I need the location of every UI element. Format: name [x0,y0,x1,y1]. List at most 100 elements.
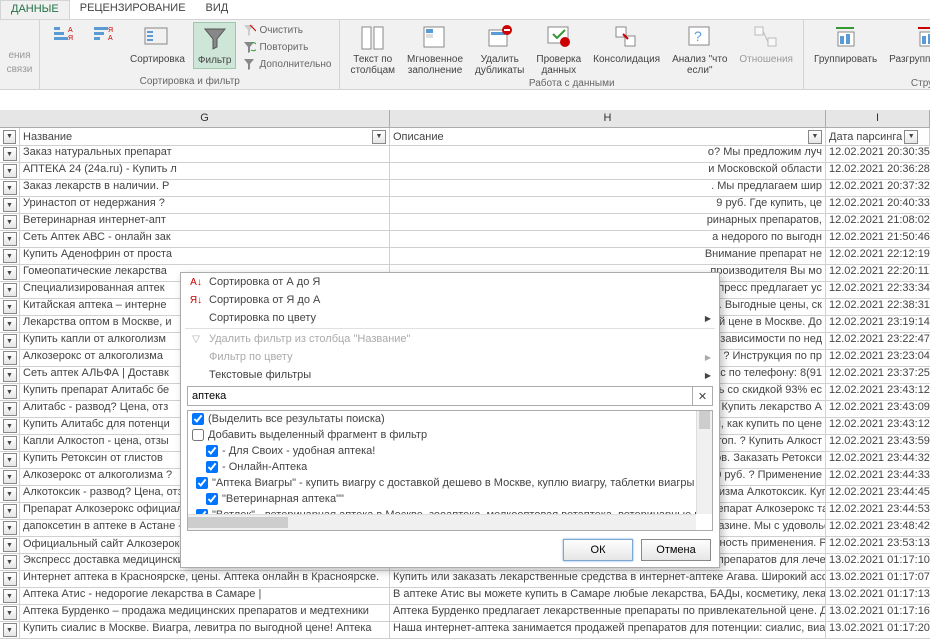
checklist-item[interactable]: (Выделить все результаты поиска) [188,411,696,427]
checklist-vscroll[interactable] [696,411,712,514]
row-filter-arrow[interactable]: ▼ [3,623,17,637]
table-row[interactable]: ▼Аптека Бурденко – продажа медицинских п… [0,605,930,622]
cell-date[interactable]: 12.02.2021 21:08:02 [826,214,930,230]
row-filter-arrow[interactable]: ▼ [3,368,17,382]
cell-date[interactable]: 12.02.2021 23:23:04 [826,350,930,366]
sort-az-button[interactable]: AЯ [46,22,82,54]
cell-date[interactable]: 12.02.2021 23:43:59 [826,435,930,451]
row-filter-arrow[interactable]: ▼ [3,589,17,603]
cell-date[interactable]: 12.02.2021 22:33:34 [826,282,930,298]
row-filter-arrow[interactable]: ▼ [3,334,17,348]
checklist-checkbox[interactable] [192,429,204,441]
dd-sort-za[interactable]: Я↓Сортировка от Я до А [181,291,719,309]
cell-name[interactable]: Ветеринарная интернет-апт [20,214,390,230]
table-row[interactable]: ▼Заказ натуральных препарато? Мы предлож… [0,146,930,163]
cell-name[interactable]: Заказ лекарств в наличии. Р [20,180,390,196]
clear-filter-button[interactable]: Очистить [240,22,333,38]
whatif-button[interactable]: ?Анализ "что если" [668,22,731,78]
cell-name[interactable]: Сеть Аптек АВС - онлайн зак [20,231,390,247]
flash-fill-button[interactable]: Мгновенное заполнение [403,22,467,78]
cell-date[interactable]: 12.02.2021 23:37:25 [826,367,930,383]
row-filter-arrow[interactable]: ▼ [3,402,17,416]
checklist-hscroll[interactable] [188,514,696,530]
table-row[interactable]: ▼Заказ лекарств в наличии. Р. Мы предлаг… [0,180,930,197]
table-row[interactable]: ▼Аптека Атис - недорогие лекарства в Сам… [0,588,930,605]
row-filter-arrow[interactable]: ▼ [3,572,17,586]
checklist-checkbox[interactable] [206,493,218,505]
cell-name[interactable]: Аптека Бурденко – продажа медицинских пр… [20,605,390,621]
cell-name[interactable]: Купить сиалис в Москве. Виагра, левитра … [20,622,390,638]
cell-date[interactable]: 12.02.2021 22:38:31 [826,299,930,315]
cell-desc[interactable]: Купить или заказать лекарственные средст… [390,571,826,587]
row-filter-arrow[interactable]: ▼ [3,470,17,484]
cell-date[interactable]: 13.02.2021 01:17:20 [826,622,930,638]
dd-text-filters[interactable]: Текстовые фильтры▶ [181,366,719,384]
cell-date[interactable]: 13.02.2021 01:17:13 [826,588,930,604]
col-header-g[interactable]: G [20,110,390,127]
tab-view[interactable]: ВИД [196,0,239,19]
filter-search-input[interactable] [187,386,693,406]
row-filter-arrow[interactable]: ▼ [3,215,17,229]
cell-desc[interactable]: 9 руб. Где купить, це [390,197,826,213]
checklist-item[interactable]: "Ветеринарная аптека"" [188,491,696,507]
dd-sort-az[interactable]: А↓Сортировка от А до Я [181,273,719,291]
cell-date[interactable]: 12.02.2021 23:22:47 [826,333,930,349]
row-filter-arrow[interactable]: ▼ [3,487,17,501]
remove-duplicates-button[interactable]: Удалить дубликаты [471,22,528,78]
cell-desc[interactable]: и Московской области [390,163,826,179]
group-button[interactable]: Группировать [810,22,881,67]
cell-date[interactable]: 12.02.2021 20:30:35 [826,146,930,162]
cell-date[interactable]: 12.02.2021 23:19:14 [826,316,930,332]
cell-desc[interactable]: а недорого по выгодн [390,231,826,247]
row-filter-arrow[interactable]: ▼ [3,538,17,552]
cell-date[interactable]: 12.02.2021 23:43:12 [826,384,930,400]
checklist-item[interactable]: - Для Своих - удобная аптека! [188,443,696,459]
cell-desc[interactable]: Внимание препарат не [390,248,826,264]
tab-review[interactable]: РЕЦЕНЗИРОВАНИЕ [70,0,196,19]
col-header-i[interactable]: I [826,110,930,127]
sort-button[interactable]: Сортировка [126,22,189,67]
cell-date[interactable]: 12.02.2021 21:50:46 [826,231,930,247]
cell-date[interactable]: 12.02.2021 23:44:53 [826,503,930,519]
cell-desc[interactable]: В аптеке Атис вы можете купить в Самаре … [390,588,826,604]
cell-name[interactable]: АПТЕКА 24 (24a.ru) - Купить л [20,163,390,179]
cell-name[interactable]: Уринастоп от недержания ? [20,197,390,213]
row-filter-arrow[interactable]: ▼ [3,385,17,399]
cell-desc[interactable]: Наша интернет-аптека занимается продажей… [390,622,826,638]
cell-name[interactable]: Заказ натуральных препарат [20,146,390,162]
cell-date[interactable]: 12.02.2021 20:37:32 [826,180,930,196]
row-filter-arrow[interactable]: ▼ [3,521,17,535]
row-filter-arrow[interactable]: ▼ [3,453,17,467]
table-row[interactable]: ▼Ветеринарная интернет-аптринарных препа… [0,214,930,231]
cell-date[interactable]: 12.02.2021 23:43:09 [826,401,930,417]
cell-date[interactable]: 12.02.2021 23:44:45 [826,486,930,502]
row-filter-arrow[interactable]: ▼ [3,351,17,365]
row-filter-arrow[interactable]: ▼ [3,181,17,195]
row-filter-arrow[interactable]: ▼ [3,436,17,450]
row-filter-arrow[interactable]: ▼ [3,249,17,263]
relations-button[interactable]: Отношения [735,22,797,67]
cell-name[interactable]: Купить Аденофрин от проста [20,248,390,264]
cell-date[interactable]: 12.02.2021 20:36:28 [826,163,930,179]
cancel-button[interactable]: Отмена [641,539,711,561]
cell-date[interactable]: 13.02.2021 01:17:10 [826,554,930,570]
consolidate-button[interactable]: Консолидация [589,22,664,67]
ok-button[interactable]: ОК [563,539,633,561]
filter-button[interactable]: Фильтр [193,22,237,69]
cell-desc[interactable]: . Мы предлагаем шир [390,180,826,196]
row-filter-arrow[interactable]: ▼ [3,606,17,620]
text-to-columns-button[interactable]: Текст по столбцам [346,22,399,78]
row-filter-arrow[interactable]: ▼ [3,266,17,280]
cell-desc[interactable]: Аптека Бурденко предлагает лекарственные… [390,605,826,621]
cell-date[interactable]: 12.02.2021 23:48:42 [826,520,930,536]
table-row[interactable]: ▼Купить Аденофрин от простаВнимание преп… [0,248,930,265]
clear-search-button[interactable]: ✕ [693,386,713,406]
ungroup-button[interactable]: Разгруппировать [885,22,930,67]
col-header-h[interactable]: H [390,110,826,127]
row-filter-arrow[interactable]: ▼ [3,164,17,178]
row-filter-arrow[interactable]: ▼ [3,555,17,569]
checklist-checkbox[interactable] [192,413,204,425]
cell-date[interactable]: 12.02.2021 22:12:19 [826,248,930,264]
checklist-item[interactable]: "Аптека Виагры" - купить виагру с достав… [188,475,696,491]
row-filter-arrow[interactable]: ▼ [3,283,17,297]
